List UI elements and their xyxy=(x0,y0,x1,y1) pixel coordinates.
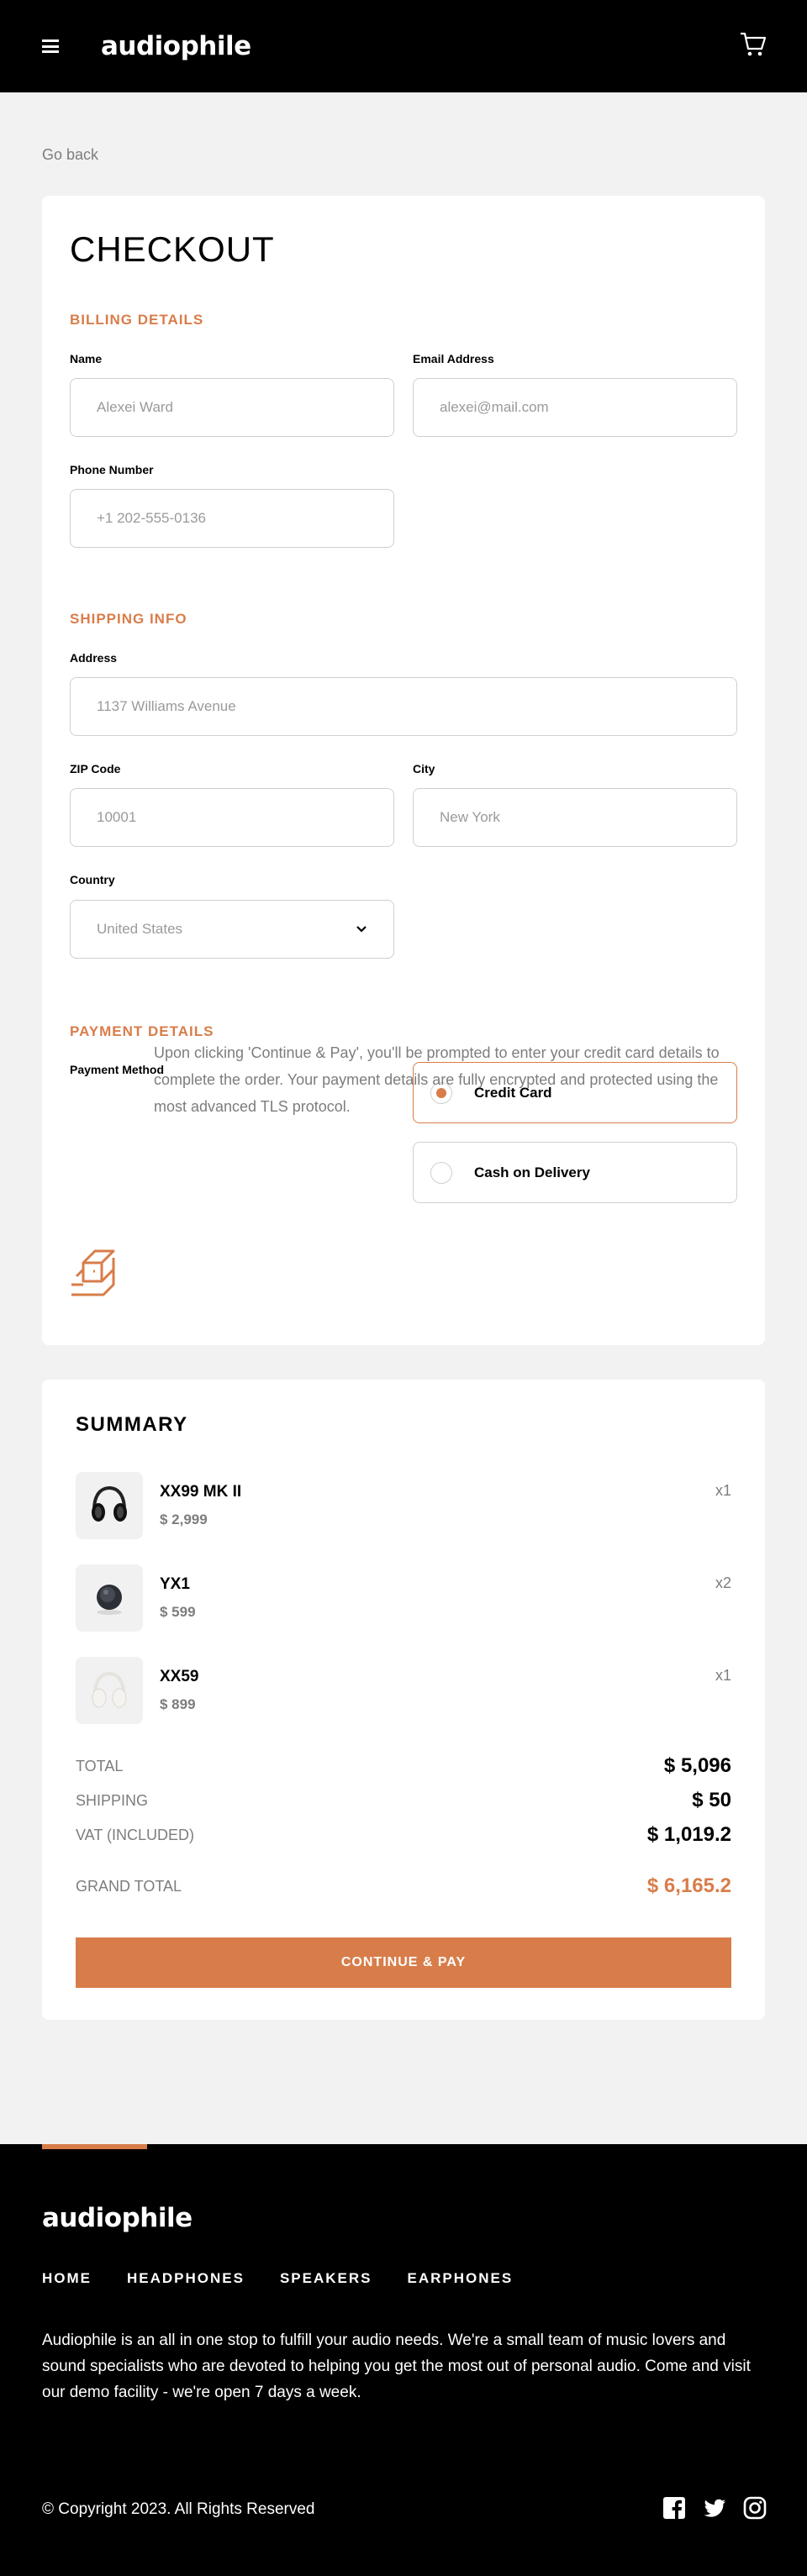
shipping-row: SHIPPING $ 50 xyxy=(76,1789,731,1812)
site-footer: audiophile HOME HEADPHONES SPEAKERS EARP… xyxy=(0,2144,807,2576)
address-field[interactable] xyxy=(70,677,737,736)
cash-on-delivery-option[interactable]: Cash on Delivery xyxy=(413,1142,737,1203)
facebook-icon[interactable] xyxy=(662,2496,686,2520)
footer-logo[interactable]: audiophile xyxy=(42,2203,193,2233)
radio-unselected-icon xyxy=(430,1161,452,1184)
email-field[interactable] xyxy=(413,378,737,437)
cash-on-delivery-label: Cash on Delivery xyxy=(474,1164,590,1180)
item-price: $ 899 xyxy=(160,1696,196,1712)
item-price: $ 2,999 xyxy=(160,1511,208,1527)
cart-icon[interactable] xyxy=(740,32,767,57)
summary-title: SUMMARY xyxy=(76,1413,188,1436)
footer-nav-home[interactable]: HOME xyxy=(42,2270,92,2287)
footer-nav-headphones[interactable]: HEADPHONES xyxy=(127,2270,245,2287)
address-label: Address xyxy=(70,651,118,665)
payment-note: Upon clicking 'Continue & Pay', you'll b… xyxy=(154,1044,720,1115)
headphones-white-icon xyxy=(76,1657,143,1724)
total-label: TOTAL xyxy=(76,1757,124,1774)
city-label: City xyxy=(413,762,435,775)
instagram-icon[interactable] xyxy=(743,2496,767,2520)
social-links xyxy=(662,2496,767,2520)
chevron-down-icon xyxy=(356,926,367,933)
payment-details-title: PAYMENT DETAILS xyxy=(70,1023,214,1039)
phone-field[interactable] xyxy=(70,489,394,548)
item-quantity: x1 xyxy=(715,1482,731,1499)
vat-row: VAT (INCLUDED) $ 1,019.2 xyxy=(76,1823,731,1847)
summary-item: XX99 MK II $ 2,999 x1 xyxy=(76,1472,731,1539)
footer-nav-speakers[interactable]: SPEAKERS xyxy=(280,2270,372,2287)
order-summary: SUMMARY XX99 MK II $ 2,999 x1 YX1 $ 599 xyxy=(42,1380,765,2020)
shipping-value: $ 50 xyxy=(692,1789,731,1811)
footer-accent-bar xyxy=(42,2144,147,2149)
item-name: YX1 xyxy=(160,1575,190,1593)
city-field[interactable] xyxy=(413,788,737,847)
site-header: audiophile xyxy=(0,0,807,92)
total-value: $ 5,096 xyxy=(663,1754,731,1777)
checkout-form: CHECKOUT BILLING DETAILS Name Email Addr… xyxy=(42,196,765,1345)
item-quantity: x2 xyxy=(715,1575,731,1591)
name-label: Name xyxy=(70,352,103,365)
shipping-label: SHIPPING xyxy=(76,1791,149,1809)
logo[interactable]: audiophile xyxy=(101,31,251,61)
go-back-link[interactable]: Go back xyxy=(42,146,98,164)
zip-field[interactable] xyxy=(70,788,394,847)
billing-details-title: BILLING DETAILS xyxy=(70,312,204,328)
payment-method-label: Payment Method xyxy=(70,1063,165,1076)
page-title: CHECKOUT xyxy=(70,229,275,269)
footer-nav: HOME HEADPHONES SPEAKERS EARPHONES xyxy=(42,2270,513,2287)
copyright: © Copyright 2023. All Rights Reserved xyxy=(42,2500,315,2518)
vat-value: $ 1,019.2 xyxy=(646,1823,731,1846)
shipping-info-title: SHIPPING INFO xyxy=(70,611,187,627)
earphones-icon xyxy=(76,1564,143,1632)
cash-delivery-icon xyxy=(71,1249,115,1296)
twitter-icon[interactable] xyxy=(703,2496,726,2520)
continue-pay-button[interactable]: CONTINUE & PAY xyxy=(76,1937,731,1988)
summary-item: YX1 $ 599 x2 xyxy=(76,1564,731,1632)
footer-description: Audiophile is an all in one stop to fulf… xyxy=(42,2332,751,2401)
grand-total-label: GRAND TOTAL xyxy=(76,1877,182,1895)
item-name: XX59 xyxy=(160,1668,199,1685)
item-quantity: x1 xyxy=(715,1667,731,1684)
country-value: United States xyxy=(97,921,183,937)
name-field[interactable] xyxy=(70,378,394,437)
item-name: XX99 MK II xyxy=(160,1483,242,1501)
hamburger-menu-icon[interactable] xyxy=(42,39,59,53)
zip-label: ZIP Code xyxy=(70,762,121,775)
email-label: Email Address xyxy=(413,352,494,365)
headphones-black-icon xyxy=(76,1472,143,1539)
item-price: $ 599 xyxy=(160,1604,196,1620)
summary-item: XX59 $ 899 x1 xyxy=(76,1657,731,1724)
footer-nav-earphones[interactable]: EARPHONES xyxy=(408,2270,514,2287)
vat-label: VAT (INCLUDED) xyxy=(76,1826,195,1843)
grand-total-value: $ 6,165.2 xyxy=(646,1874,731,1897)
country-label: Country xyxy=(70,873,115,886)
phone-label: Phone Number xyxy=(70,463,154,476)
country-select[interactable]: United States xyxy=(70,900,394,959)
grand-total-row: GRAND TOTAL $ 6,165.2 xyxy=(76,1874,731,1898)
total-row: TOTAL $ 5,096 xyxy=(76,1754,731,1778)
